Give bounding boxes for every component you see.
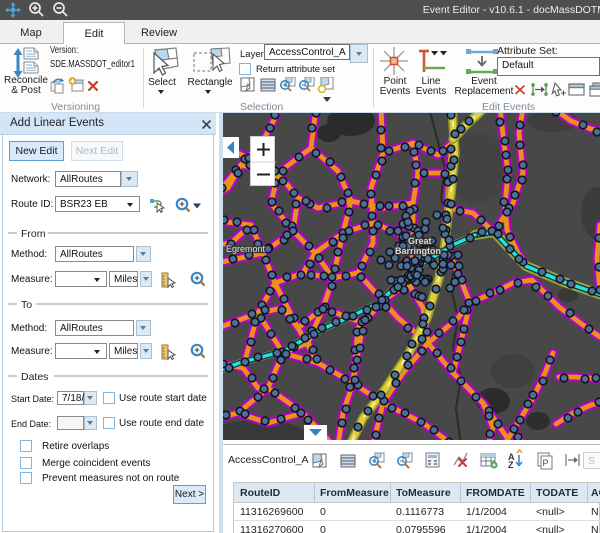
svg-text:Egremont: Egremont bbox=[226, 244, 266, 254]
svg-text:Great: Great bbox=[408, 236, 432, 246]
svg-text:To: To bbox=[21, 299, 32, 311]
svg-text:Barrington: Barrington bbox=[395, 246, 441, 256]
svg-text:Dates: Dates bbox=[21, 371, 48, 383]
svg-text:From: From bbox=[21, 228, 46, 240]
svg-text:Z: Z bbox=[508, 460, 514, 470]
svg-text:P: P bbox=[543, 458, 549, 468]
